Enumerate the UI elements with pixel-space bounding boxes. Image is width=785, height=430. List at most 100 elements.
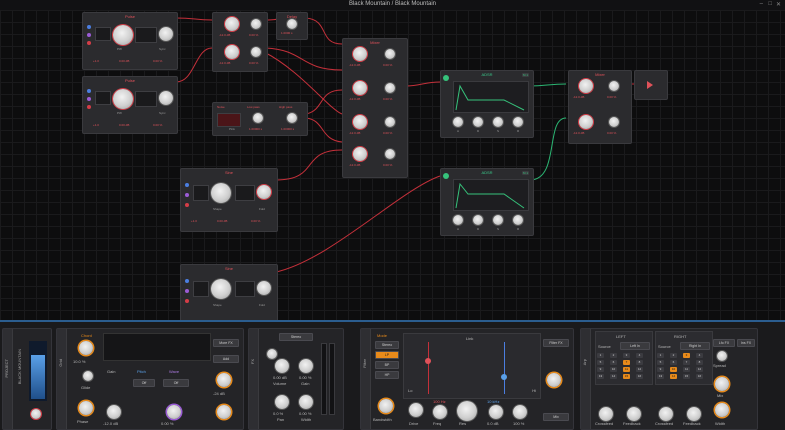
mixer-ch3-knob[interactable] <box>353 115 367 129</box>
step-cell[interactable]: 2 <box>670 353 677 358</box>
wavefolder-module-1[interactable]: Sine Shape Fold +1.0 0.00 dB 0.00 % <box>180 168 278 232</box>
filter-hi-knob[interactable] <box>489 405 503 419</box>
osc-2-port-fm[interactable] <box>87 105 91 109</box>
step-cell[interactable]: 4 <box>696 353 703 358</box>
osc-2-port-mod[interactable] <box>87 97 91 101</box>
vca-ch1-pan-knob[interactable] <box>609 81 619 91</box>
filter-lo-handle[interactable] <box>425 358 431 364</box>
fx-pan-knob[interactable] <box>275 395 289 409</box>
attn-knob-2[interactable] <box>251 19 261 29</box>
grid-input-knob[interactable] <box>167 405 181 419</box>
fx-fader-left[interactable] <box>321 343 327 415</box>
filter-hp-button[interactable]: HP <box>375 371 399 379</box>
step-cell[interactable]: 8 <box>636 360 643 365</box>
attn-value-2[interactable]: 0.00 % <box>249 33 258 37</box>
project-volume-knob[interactable] <box>31 409 41 419</box>
step-cell[interactable]: 10 <box>610 367 617 372</box>
step-cell[interactable]: 15 <box>623 374 630 379</box>
filter-lo-value[interactable]: 100 Hz <box>433 399 446 404</box>
filter-output-knob[interactable] <box>547 373 561 387</box>
delay-left-source-dropdown[interactable]: Left In <box>620 342 650 350</box>
step-cell[interactable]: 4 <box>636 353 643 358</box>
osc-1-value-2[interactable]: 0.00 dB <box>119 59 129 63</box>
wavefolder-1-value-3[interactable]: 0.00 % <box>251 219 260 223</box>
filter-hi-handle[interactable] <box>501 374 507 380</box>
step-cell[interactable]: 9 <box>597 367 604 372</box>
step-cell[interactable]: 3 <box>683 353 690 358</box>
vca-ch1-value[interactable]: -12.0 dB <box>573 95 584 99</box>
step-cell[interactable]: 1 <box>657 353 664 358</box>
filter-res-knob[interactable] <box>457 401 477 421</box>
attn-value-4[interactable]: 0.00 % <box>249 61 258 65</box>
filter-hi-value-2[interactable]: 0.0 dB <box>487 421 499 426</box>
step-cell[interactable]: 1 <box>597 353 604 358</box>
osc-module-1[interactable]: Pulse PW Sync +1.0 0.00 dB 0.00 % <box>82 12 178 70</box>
step-cell[interactable]: 7 <box>683 360 690 365</box>
step-cell[interactable]: 11 <box>623 367 630 372</box>
fx-gain-knob[interactable] <box>299 359 313 373</box>
filter-mode-dropdown[interactable]: Stereo <box>375 341 399 349</box>
delay-right-crossfeed-knob[interactable] <box>659 407 673 421</box>
mixer-ch1-value[interactable]: -12.0 dB <box>349 63 360 67</box>
grid-device[interactable]: Grid Chord 10.0 % Glide Phase Gain -12.0… <box>56 328 244 430</box>
vca-ch2-pan-knob[interactable] <box>609 117 619 127</box>
delay-right-step-grid[interactable]: 1 2 3 4 5 6 7 8 9 10 11 12 13 14 15 16 <box>657 353 709 381</box>
attn-knob-1[interactable] <box>225 17 239 31</box>
step-cell[interactable]: 12 <box>636 367 643 372</box>
step-cell[interactable]: 9 <box>657 367 664 372</box>
grid-pitch-dropdown[interactable]: Off <box>133 379 155 387</box>
wavefolder-2-fold-knob[interactable] <box>257 281 271 295</box>
fx-width-knob[interactable] <box>299 395 313 409</box>
audio-output-module[interactable] <box>634 70 668 100</box>
grid-chord-knob[interactable] <box>79 341 93 355</box>
delay-lfo-fx-button[interactable]: Lfo FX <box>713 339 735 347</box>
step-cell[interactable]: 14 <box>610 374 617 379</box>
mixer-ch3-value[interactable]: -12.0 dB <box>349 131 360 135</box>
osc-1-port-in[interactable] <box>87 25 91 29</box>
adsr-2-sustain-knob[interactable] <box>493 215 503 225</box>
step-cell[interactable]: 5 <box>597 360 604 365</box>
wavefolder-2-shape-knob[interactable] <box>211 279 231 299</box>
grid-input-value[interactable]: 0.00 % <box>161 421 173 426</box>
delay-left-crossfeed-knob[interactable] <box>599 407 613 421</box>
delay-module[interactable]: Delay 1.0000 s <box>276 12 308 40</box>
grid-output-value[interactable]: -24 dB <box>213 391 225 396</box>
step-cell[interactable]: 3 <box>623 353 630 358</box>
attn-value-3[interactable]: -12.0 dB <box>219 61 230 65</box>
osc-1-value-1[interactable]: +1.0 <box>93 59 99 63</box>
mixer-ch2-pan-knob[interactable] <box>385 83 395 93</box>
osc-2-pw-knob[interactable] <box>113 89 133 109</box>
filter-mix-knob[interactable] <box>513 405 527 419</box>
filter-fx-button[interactable]: Filter FX <box>543 339 569 347</box>
wavefolder-1-port-mod[interactable] <box>185 193 189 197</box>
attn-value-1[interactable]: -12.0 dB <box>219 33 230 37</box>
adsr-1-release-knob[interactable] <box>513 117 523 127</box>
mixer-module[interactable]: Mixer -12.0 dB 0.00 % -12.0 dB 0.00 % -1… <box>342 38 408 178</box>
step-cell[interactable]: 6 <box>610 360 617 365</box>
patch-canvas[interactable]: Pulse PW Sync +1.0 0.00 dB 0.00 % Pulse … <box>0 10 785 322</box>
lowpass-value[interactable]: 1.00000 s <box>249 127 262 131</box>
filter-freq-knob[interactable] <box>433 405 447 419</box>
vca-ch1-knob[interactable] <box>579 79 593 93</box>
wavefolder-1-shape-knob[interactable] <box>211 183 231 203</box>
mixer-ch3-pan-knob[interactable] <box>385 117 395 127</box>
filter-chain-module[interactable]: Noise Low pass High pass Pink 1.00000 s … <box>212 102 308 136</box>
osc-2-value-2[interactable]: 0.00 dB <box>119 123 129 127</box>
highpass-value[interactable]: 1.00000 s <box>281 127 294 131</box>
wavefolder-1-fold-knob[interactable] <box>257 185 271 199</box>
fx-pan-value[interactable]: 0.0 % <box>273 411 283 416</box>
filter-device[interactable]: Filter Mode Stereo LP BP HP Bandwidth Li… <box>360 328 574 430</box>
fx-fader-right[interactable] <box>329 343 335 415</box>
wavefolder-2-port-in[interactable] <box>185 279 189 283</box>
mixer-ch2-pan-value[interactable]: 0.00 % <box>383 97 392 101</box>
attn-knob-3[interactable] <box>225 45 239 59</box>
step-cell[interactable]: 8 <box>696 360 703 365</box>
osc-2-value-3[interactable]: 0.00 % <box>153 123 162 127</box>
mixer-ch1-pan-value[interactable]: 0.00 % <box>383 63 392 67</box>
osc-2-value-1[interactable]: +1.0 <box>93 123 99 127</box>
step-cell[interactable]: 15 <box>683 374 690 379</box>
mixer-ch1-pan-knob[interactable] <box>385 49 395 59</box>
mixer-ch2-knob[interactable] <box>353 81 367 95</box>
mixer-ch2-value[interactable]: -12.0 dB <box>349 97 360 101</box>
delay-width-knob[interactable] <box>715 403 729 417</box>
